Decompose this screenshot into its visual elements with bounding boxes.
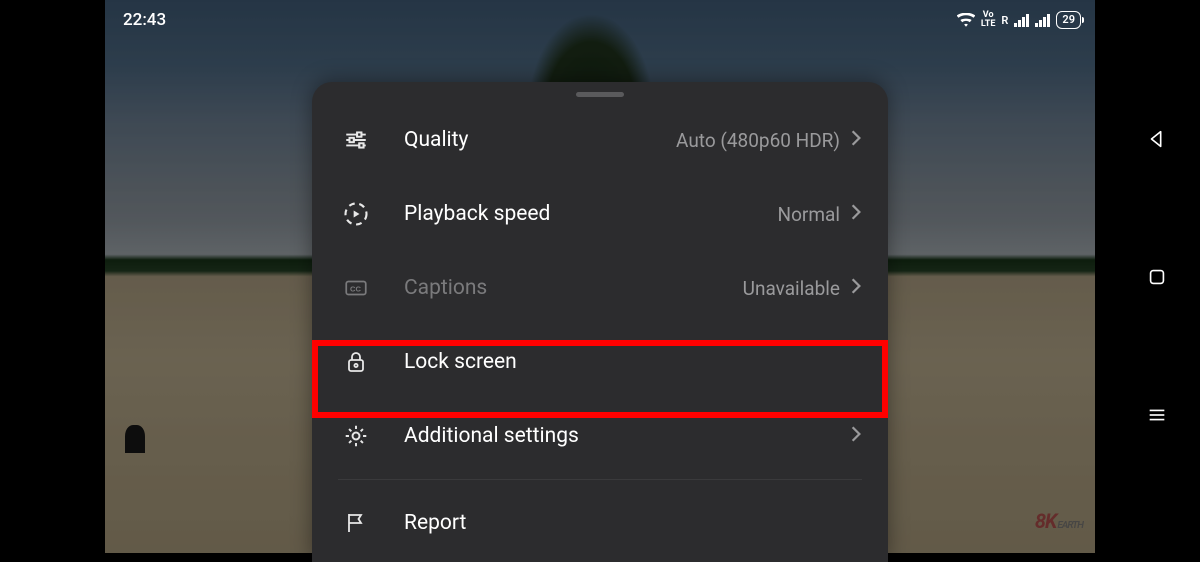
menu-item-quality[interactable]: Quality Auto (480p60 HDR): [312, 103, 888, 177]
watermark-main: 8K: [1035, 509, 1056, 533]
menu-label: Additional settings: [404, 424, 579, 448]
status-right: Vo LTE R 29: [957, 11, 1085, 29]
chevron-right-icon: [850, 277, 862, 299]
signal-bars-2-icon: [1035, 13, 1050, 27]
play-circle-dashed-icon: [338, 196, 374, 232]
flag-icon: [338, 505, 374, 541]
menu-item-captions[interactable]: CC Captions Unavailable: [312, 251, 888, 325]
menu-item-playback-speed[interactable]: Playback speed Normal: [312, 177, 888, 251]
gear-icon: [338, 418, 374, 454]
menu-label: Playback speed: [404, 202, 550, 226]
video-watermark: 8KEARTH: [1035, 509, 1083, 533]
menu-value: Unavailable: [743, 277, 840, 300]
menu-divider: [338, 479, 862, 480]
menu-item-lock-screen[interactable]: Lock screen: [312, 325, 888, 399]
player-settings-sheet: Quality Auto (480p60 HDR) Playback speed…: [312, 82, 888, 562]
menu-label: Quality: [404, 128, 468, 152]
chevron-right-icon: [850, 129, 862, 151]
captions-icon: CC: [338, 270, 374, 306]
letterbox-left: [0, 0, 105, 553]
menu-value: Auto (480p60 HDR): [676, 129, 840, 152]
status-bar: 22:43 Vo LTE R 29: [115, 8, 1085, 32]
signal-bars-1-icon: [1014, 13, 1029, 27]
menu-label: Report: [404, 511, 466, 535]
menu-value: Normal: [778, 203, 840, 226]
battery-icon: 29: [1056, 11, 1081, 28]
menu-item-report[interactable]: Report: [312, 486, 888, 560]
roaming-label: R: [1001, 14, 1008, 27]
nav-recent-button[interactable]: [1143, 263, 1171, 291]
status-time: 22:43: [115, 10, 166, 30]
nav-back-button[interactable]: [1143, 125, 1171, 153]
lock-icon: [338, 344, 374, 380]
nav-menu-button[interactable]: [1143, 401, 1171, 429]
watermark-sub: EARTH: [1057, 520, 1083, 531]
system-nav-bar: [1132, 0, 1182, 553]
wifi-icon: [957, 13, 975, 27]
menu-item-additional-settings[interactable]: Additional settings: [312, 399, 888, 473]
chevron-right-icon: [850, 203, 862, 225]
svg-text:CC: CC: [350, 284, 361, 293]
menu-label: Captions: [404, 276, 487, 300]
sliders-icon: [338, 122, 374, 158]
volte-icon: Vo LTE: [981, 11, 996, 29]
menu-label: Lock screen: [404, 350, 517, 374]
drag-handle[interactable]: [576, 92, 624, 97]
chevron-right-icon: [850, 425, 862, 447]
